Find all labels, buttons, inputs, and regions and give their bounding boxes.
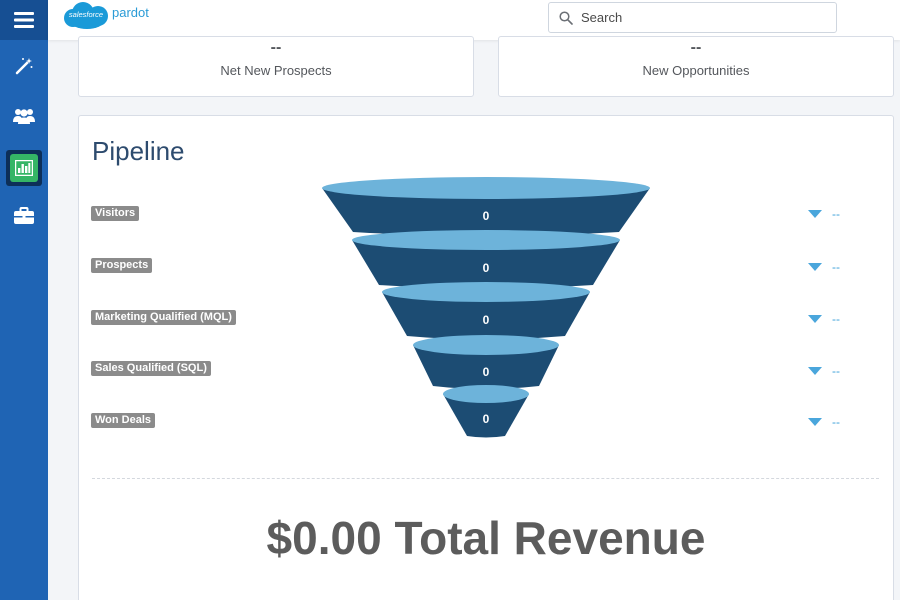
metric-value: -- — [690, 39, 702, 56]
metric-label: Net New Prospects — [220, 63, 332, 78]
search-input[interactable]: Search — [581, 10, 622, 25]
briefcase-icon — [14, 207, 34, 224]
pipeline-card: Pipeline Visitors Prospects Marketing Qu… — [78, 115, 894, 600]
triangle-down-icon — [808, 418, 822, 426]
stage-count-sql: 0 — [482, 365, 490, 379]
metric-value: -- — [270, 39, 282, 56]
stage-label-sql: Sales Qualified (SQL) — [91, 361, 211, 376]
total-revenue: $0.00 Total Revenue — [266, 512, 706, 564]
sidebar-item-prospects[interactable] — [6, 98, 42, 134]
funnel-segment-prospects[interactable] — [352, 230, 620, 289]
reports-tile — [10, 154, 38, 182]
sidebar-item-automation[interactable] — [6, 48, 42, 84]
sidebar-item-reports[interactable] — [6, 150, 42, 186]
section-divider — [92, 478, 879, 479]
magic-wand-icon — [15, 58, 33, 75]
search-icon — [559, 10, 573, 25]
reports-chart-icon — [15, 160, 33, 176]
sidebar-item-opportunities[interactable] — [6, 198, 42, 234]
funnel-segment-mql[interactable] — [382, 282, 590, 340]
search-box[interactable]: Search — [548, 2, 837, 33]
stage-label-mql: Marketing Qualified (MQL) — [91, 310, 236, 325]
stage-change-visitors[interactable]: -- — [808, 207, 840, 221]
change-value: -- — [832, 312, 840, 326]
change-value: -- — [832, 207, 840, 221]
change-value: -- — [832, 260, 840, 274]
users-icon — [13, 109, 35, 124]
stage-label-won-deals: Won Deals — [91, 413, 156, 428]
menu-button[interactable] — [0, 0, 48, 40]
stage-count-visitors: 0 — [482, 209, 490, 223]
change-value: -- — [832, 364, 840, 378]
logo-badge-text: salesforce — [68, 10, 104, 19]
salesforce-pardot-logo[interactable]: salesforce pardot — [62, 1, 149, 31]
stage-change-won-deals[interactable]: -- — [808, 415, 840, 429]
stage-label-prospects: Prospects — [91, 258, 153, 273]
stage-count-won-deals: 0 — [482, 412, 490, 426]
metric-card-net-new-prospects: -- Net New Prospects — [78, 36, 474, 97]
brand-name: pardot — [112, 4, 149, 20]
stage-change-sql[interactable]: -- — [808, 364, 840, 378]
stage-change-prospects[interactable]: -- — [808, 260, 840, 274]
funnel-segment-visitors[interactable] — [322, 177, 650, 236]
metric-card-new-opportunities: -- New Opportunities — [498, 36, 894, 97]
change-value: -- — [832, 415, 840, 429]
sidebar — [0, 0, 48, 600]
top-bar: salesforce pardot Search — [48, 0, 900, 40]
hamburger-icon — [14, 12, 34, 28]
pipeline-funnel — [322, 177, 650, 438]
stage-count-mql: 0 — [482, 313, 490, 327]
stage-count-prospects: 0 — [482, 261, 490, 275]
triangle-down-icon — [808, 315, 822, 323]
triangle-down-icon — [808, 210, 822, 218]
stage-label-visitors: Visitors — [91, 206, 140, 221]
funnel-segment-sql[interactable] — [413, 335, 559, 389]
triangle-down-icon — [808, 367, 822, 375]
salesforce-cloud-icon: salesforce — [62, 1, 110, 31]
triangle-down-icon — [808, 263, 822, 271]
metric-label: New Opportunities — [642, 63, 750, 78]
stage-change-mql[interactable]: -- — [808, 312, 840, 326]
